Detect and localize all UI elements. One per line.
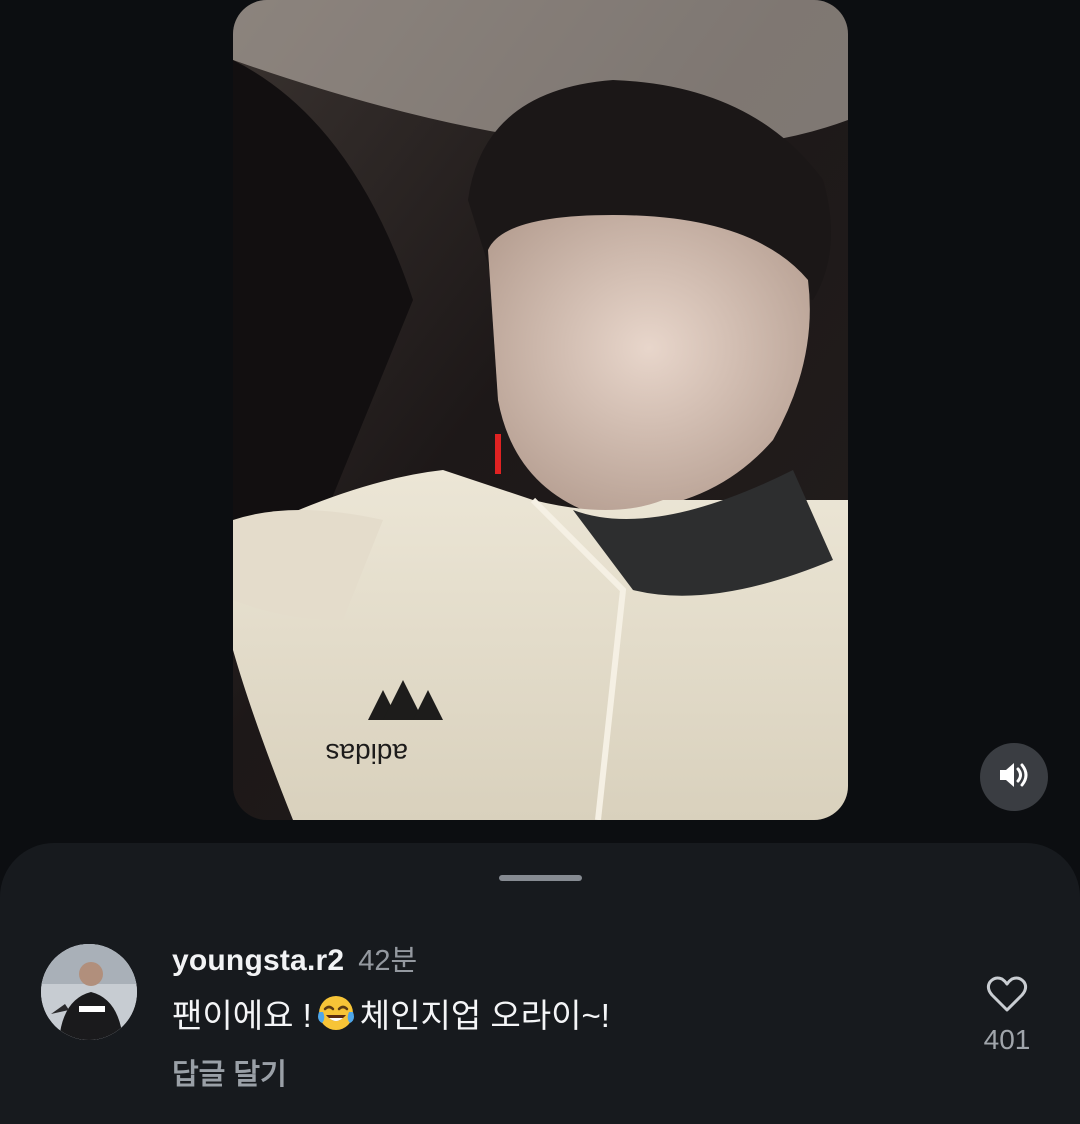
- like-container: 401: [970, 975, 1044, 1056]
- comment-header: youngsta.r2 42분: [172, 937, 932, 977]
- comments-sheet: youngsta.r2 42분 팬이에요 ! 체인지업 오라이~! 답글 달기 …: [0, 843, 1080, 1124]
- drag-handle[interactable]: [499, 875, 582, 881]
- like-count: 401: [983, 1024, 1031, 1055]
- comment: youngsta.r2 42분 팬이에요 ! 체인지업 오라이~! 답글 달기: [172, 937, 932, 1091]
- reply-button[interactable]: 답글 달기: [172, 1051, 932, 1091]
- username-link[interactable]: youngsta.r2: [172, 944, 344, 978]
- volume-on-icon: [997, 760, 1031, 795]
- face-with-tears-of-joy-icon: [316, 993, 356, 1033]
- video-player[interactable]: adidas: [233, 0, 848, 820]
- volume-button[interactable]: [980, 743, 1048, 811]
- video-frame: adidas: [233, 0, 848, 820]
- comment-text: 팬이에요 ! 체인지업 오라이~!: [172, 989, 932, 1037]
- jacket-logo-text: adidas: [325, 738, 408, 769]
- avatar[interactable]: [41, 944, 137, 1040]
- heart-outline-icon[interactable]: [986, 975, 1028, 1018]
- reels-screen: adidas youngsta.r2 42분 팬이에요 ! 체인지업 오라이~!…: [0, 0, 1080, 1124]
- comment-timestamp: 42분: [358, 945, 418, 977]
- comment-text-part-1: 팬이에요 !: [172, 997, 312, 1034]
- comment-text-part-2: 체인지업 오라이~!: [359, 997, 610, 1034]
